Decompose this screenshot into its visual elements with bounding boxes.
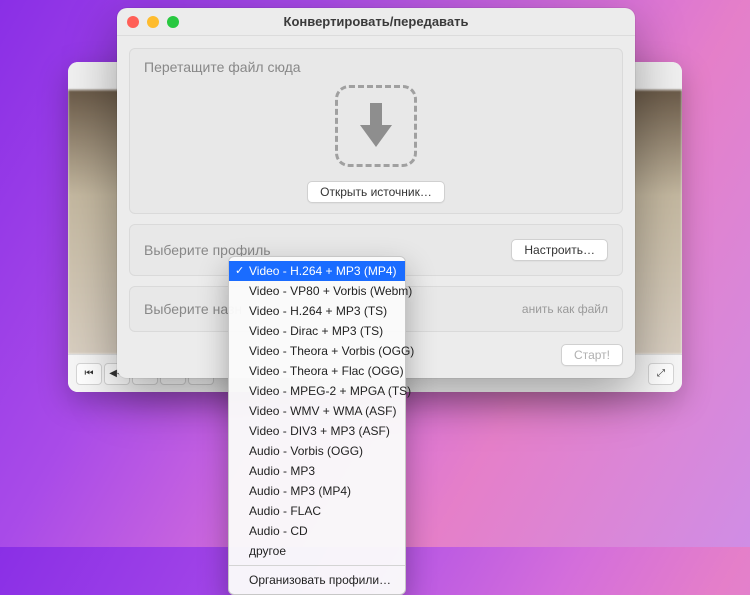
drop-zone[interactable] xyxy=(335,85,417,167)
profile-option[interactable]: Video - DIV3 + MP3 (ASF) xyxy=(229,421,405,441)
profile-option[interactable]: Audio - MP3 (MP4) xyxy=(229,481,405,501)
profile-dropdown-popup[interactable]: Video - H.264 + MP3 (MP4)Video - VP80 + … xyxy=(228,256,406,595)
save-as-file-label: анить как файл xyxy=(522,302,608,316)
profile-option[interactable]: Audio - MP3 xyxy=(229,461,405,481)
minimize-icon[interactable] xyxy=(147,16,159,28)
profile-option[interactable]: Video - H.264 + MP3 (MP4) xyxy=(229,261,405,281)
profile-option[interactable]: другое xyxy=(229,541,405,561)
start-button[interactable]: Старт! xyxy=(561,344,623,366)
drop-panel: Перетащите файл сюда Открыть источник… xyxy=(129,48,623,214)
profile-option[interactable]: Video - VP80 + Vorbis (Webm) xyxy=(229,281,405,301)
profile-option[interactable]: Video - WMV + WMA (ASF) xyxy=(229,401,405,421)
save-as-file-radio[interactable]: анить как файл xyxy=(522,302,608,316)
customize-profile-button[interactable]: Настроить… xyxy=(511,239,608,261)
profile-option[interactable]: Audio - CD xyxy=(229,521,405,541)
menu-separator xyxy=(229,565,405,566)
organize-profiles-option[interactable]: Организовать профили… xyxy=(229,570,405,590)
prev-button[interactable]: ⏮ xyxy=(76,363,102,385)
fullscreen-button[interactable]: ⤢ xyxy=(648,363,674,385)
profile-option[interactable]: Video - Dirac + MP3 (TS) xyxy=(229,321,405,341)
maximize-icon[interactable] xyxy=(167,16,179,28)
open-media-button[interactable]: Открыть источник… xyxy=(307,181,445,203)
profile-option[interactable]: Video - MPEG-2 + MPGA (TS) xyxy=(229,381,405,401)
profile-option[interactable]: Video - Theora + Flac (OGG) xyxy=(229,361,405,381)
profile-option[interactable]: Video - Theora + Vorbis (OGG) xyxy=(229,341,405,361)
profile-option[interactable]: Video - H.264 + MP3 (TS) xyxy=(229,301,405,321)
window-title: Конвертировать/передавать xyxy=(117,14,635,29)
titlebar: Конвертировать/передавать xyxy=(117,8,635,36)
drop-label: Перетащите файл сюда xyxy=(144,59,608,75)
profile-option[interactable]: Audio - Vorbis (OGG) xyxy=(229,441,405,461)
download-arrow-icon xyxy=(356,101,396,151)
profile-option[interactable]: Audio - FLAC xyxy=(229,501,405,521)
window-controls xyxy=(127,16,179,28)
close-icon[interactable] xyxy=(127,16,139,28)
